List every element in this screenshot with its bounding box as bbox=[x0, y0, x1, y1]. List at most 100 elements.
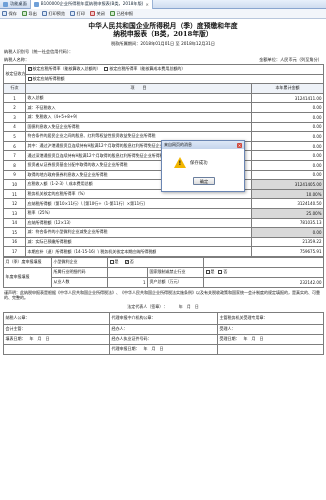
message-dialog: 来自网页的消息 × ! 保存成功 确定 bbox=[161, 140, 245, 192]
submitted-button[interactable]: 已经申报 bbox=[109, 10, 134, 17]
row-amount[interactable]: 781035.13 bbox=[250, 217, 325, 229]
amount-unit: 金额单位：人民币元（列至角分） bbox=[259, 57, 322, 62]
row-amount[interactable]: 0.00 bbox=[250, 111, 325, 123]
state-restricted-label: 国家限制或禁止行业 bbox=[146, 266, 205, 278]
receive-date: 受理日期： 年 月 日 bbox=[217, 333, 324, 345]
row-amount[interactable]: 0.00 bbox=[250, 150, 325, 161]
row-number: 3 bbox=[3, 111, 26, 123]
close-button[interactable]: 关闭 bbox=[89, 11, 105, 17]
agent-cert: 经办人执业证件号码： bbox=[109, 333, 218, 345]
assets-label: 资产总额（万元） bbox=[146, 276, 205, 288]
employees-value[interactable]: 1 bbox=[107, 276, 148, 288]
row-number: 2 bbox=[3, 102, 26, 113]
method-option1-checkbox[interactable] bbox=[27, 67, 32, 72]
agent-date: 代理申报日期： 年 月 日 bbox=[109, 343, 218, 355]
tab-desktop[interactable]: 功能桌面 bbox=[0, 0, 30, 9]
assets-value[interactable]: 232142.00 bbox=[203, 276, 325, 288]
method-option2: 核定应税所得率（能核算成本费用总额的） bbox=[109, 66, 186, 72]
print-preview-button[interactable]: 打印预览 bbox=[41, 10, 66, 17]
dialog-body: ! 保存成功 bbox=[162, 149, 244, 168]
close-icon bbox=[89, 11, 95, 16]
row-amount[interactable]: 0.00 bbox=[250, 159, 325, 171]
row-number: 6 bbox=[3, 140, 26, 152]
table-row: 1 收入总额 31241411.00 bbox=[3, 92, 325, 104]
row-amount[interactable]: 759675.91 bbox=[250, 246, 325, 257]
row-amount[interactable]: 10.00% bbox=[250, 188, 325, 200]
row-amount[interactable]: 0.00 bbox=[250, 227, 325, 238]
close-tab-icon[interactable]: ✕ bbox=[145, 2, 148, 7]
dialog-close-icon[interactable]: × bbox=[237, 142, 242, 148]
method-option3: 核定应纳所得税额 bbox=[32, 75, 65, 81]
row-item: 税率（25%） bbox=[25, 207, 252, 219]
table-header: 行次 项 目 本年累计金额 bbox=[3, 83, 325, 94]
row-amount[interactable]: 31241405.00 bbox=[250, 179, 325, 190]
method-option1: 核定应税所得率（能核算收入总额的） bbox=[32, 66, 101, 72]
industry-value[interactable] bbox=[107, 266, 148, 278]
small-micro-yes-checkbox[interactable] bbox=[109, 260, 114, 265]
row-amount[interactable]: 0.00 bbox=[250, 169, 325, 181]
footer-table: 月（季）度申报填报 小型微利企业 是 否 年度申报填报 所属行业明细代码 国家限… bbox=[3, 256, 325, 288]
taxpayer-id-row: 纳税人识别号（统一社会信用代码）： bbox=[3, 49, 323, 55]
quarter-label: 月（季）度申报填报 bbox=[3, 256, 52, 268]
agent-seal: 代理申报中介机构公章： bbox=[109, 311, 218, 325]
row-amount[interactable]: 3124140.50 bbox=[250, 198, 325, 209]
quarter-row: 月（季）度申报填报 小型微利企业 是 否 bbox=[3, 256, 325, 268]
row-amount[interactable]: 0.00 bbox=[250, 140, 325, 152]
legal-rep-date: 年 月 日 bbox=[178, 303, 199, 309]
method-options2: 核定应纳所得税额 bbox=[24, 73, 325, 85]
agent-person: 经办人： bbox=[109, 323, 218, 335]
print-label: 打印 bbox=[76, 10, 85, 16]
declaration-text: 谨声明：此纳税申报表是根据《中华人民共和国企业所得税法》、《中华人民共和国企业所… bbox=[4, 289, 320, 300]
save-label: 保存 bbox=[8, 10, 17, 16]
tax-return-form: 中华人民共和国企业所得税月（季）度预缴和年度 纳税申报表（B类，2018年版） … bbox=[3, 22, 325, 492]
print-preview-label: 打印预览 bbox=[48, 10, 66, 16]
row-item: 本期应补（退）所得税额（14-15-16）\ 税务机关核定本期应纳所得税额 bbox=[25, 246, 252, 257]
tax-office-seal: 主管税务机关受理专用章： bbox=[217, 311, 324, 325]
row-item: 减：实际已预缴所得税额 bbox=[25, 236, 252, 248]
tab-bar: 功能桌面 B100000企业所得税年度纳税申报表(B类，2018年版) ✕ bbox=[0, 0, 326, 9]
row-number: 4 bbox=[3, 121, 26, 133]
method-row: 核定征收方式 核定应税所得率（能核算收入总额的） 核定应税所得率（能核算成本费用… bbox=[3, 63, 325, 85]
receiver: 受理人： bbox=[217, 323, 324, 335]
row-amount[interactable]: 25.00% bbox=[250, 207, 325, 219]
table-row: 2 减：不征税收入 0.00 bbox=[3, 102, 325, 113]
row-amount[interactable]: 0.00 bbox=[250, 102, 325, 113]
row-number: 1 bbox=[3, 92, 26, 104]
row-amount[interactable]: 0.00 bbox=[250, 121, 325, 133]
dialog-title: 来自网页的消息 bbox=[164, 142, 192, 147]
restricted-no: 否 bbox=[223, 269, 228, 275]
row-amount[interactable]: 21359.22 bbox=[250, 236, 325, 248]
restricted-no-checkbox[interactable] bbox=[218, 270, 223, 275]
company-seal: 纳税人公章： bbox=[3, 311, 110, 325]
submitted-label: 已经申报 bbox=[116, 10, 134, 16]
tab-tax-form[interactable]: B100000企业所得税年度纳税申报表(B类，2018年版) ✕ bbox=[29, 0, 153, 9]
export-label: 导出 bbox=[28, 10, 37, 16]
save-button[interactable]: 保存 bbox=[2, 11, 17, 17]
ok-button[interactable]: 确定 bbox=[193, 177, 215, 185]
export-button[interactable]: 导出 bbox=[21, 10, 37, 17]
table-row: 13 税率（25%） 25.00% bbox=[3, 207, 325, 219]
row-number: 15 bbox=[3, 227, 26, 238]
row-item: 应纳所得税额（12×13） bbox=[25, 217, 252, 229]
print-button[interactable]: 打印 bbox=[70, 11, 85, 17]
row-number: 10 bbox=[3, 179, 26, 190]
row-item: 减：免税收入（4+5+8+9） bbox=[25, 111, 252, 123]
method-options: 核定应税所得率（能核算收入总额的） 核定应税所得率（能核算成本费用总额的） bbox=[24, 64, 325, 75]
tab-tax-form-label: B100000企业所得税年度纳税申报表(B类，2018年版) bbox=[40, 1, 144, 6]
method-option3-checkbox[interactable] bbox=[27, 76, 32, 81]
row-number: 5 bbox=[3, 131, 26, 142]
seal-table: 纳税人公章： 代理申报中介机构公章： 主管税务机关受理专用章： 会计主管： 经办… bbox=[3, 311, 324, 355]
taxpayer-name-label: 纳税人名称： bbox=[4, 57, 30, 62]
restricted-yes-checkbox[interactable] bbox=[205, 270, 210, 275]
method-row2: 核定应纳所得税额 bbox=[4, 73, 325, 85]
col-row-header: 行次 bbox=[3, 83, 26, 94]
home-icon bbox=[3, 1, 8, 7]
table-row: 3 减：免税收入（4+5+8+9） 0.00 bbox=[3, 111, 325, 123]
small-micro-no-checkbox[interactable] bbox=[124, 260, 129, 265]
row-item: 应纳税所得额（第10×11行）\ [第10行÷（1-第11行）×第11行] bbox=[25, 198, 252, 209]
export-icon bbox=[21, 11, 27, 16]
method-option2-checkbox[interactable] bbox=[104, 67, 109, 72]
row-item: 减：不征税收入 bbox=[25, 102, 252, 113]
row-amount[interactable]: 0.00 bbox=[250, 131, 325, 142]
row-amount[interactable]: 31241411.00 bbox=[250, 92, 325, 104]
